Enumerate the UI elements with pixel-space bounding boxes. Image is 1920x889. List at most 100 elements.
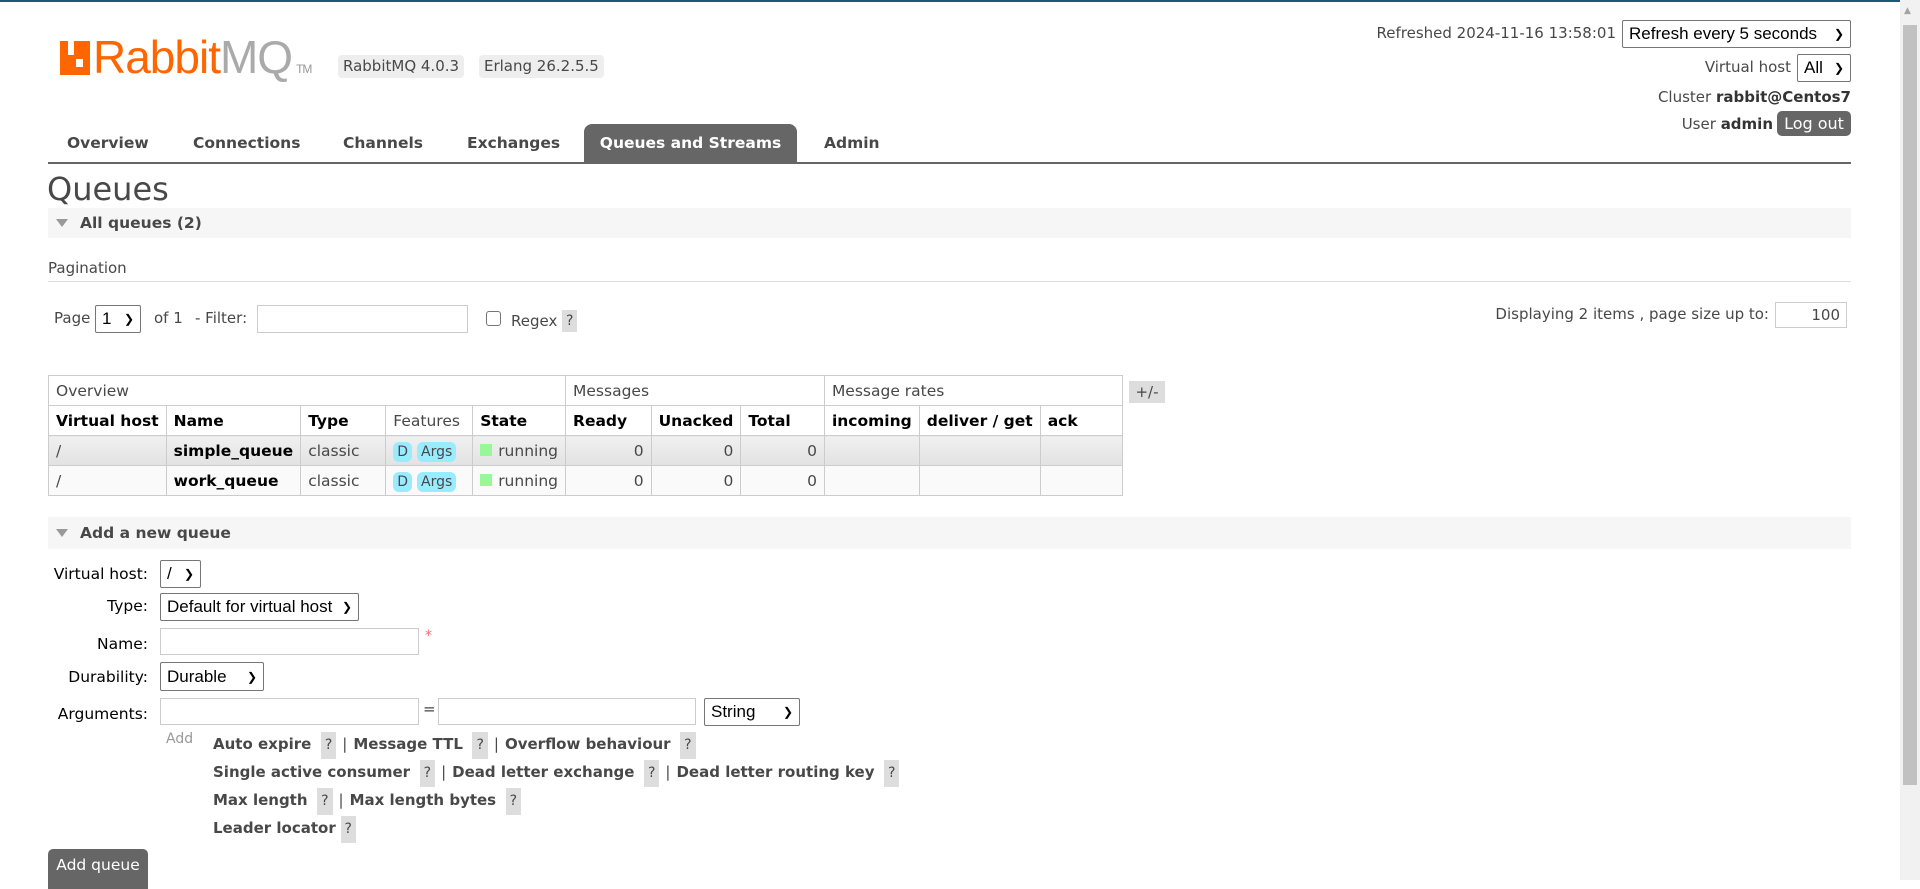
help-icon[interactable]: ?: [643, 760, 660, 787]
deliver-get-cell: [918, 435, 1041, 466]
col-deliver-get[interactable]: deliver / get: [918, 405, 1041, 436]
add-queue-button[interactable]: Add queue: [48, 849, 148, 889]
unacked-cell: 0: [650, 465, 742, 496]
state-cell: running: [472, 435, 567, 466]
durable-badge: D: [393, 471, 413, 492]
queue-name-link[interactable]: work_queue: [165, 465, 302, 496]
single-active-consumer-link[interactable]: Single active consumer: [213, 763, 410, 781]
help-icon[interactable]: ?: [317, 788, 333, 815]
col-state[interactable]: State: [472, 405, 567, 436]
dead-letter-routing-key-link[interactable]: Dead letter routing key: [676, 763, 874, 781]
page-title: Queues: [47, 170, 169, 208]
overflow-behaviour-link[interactable]: Overflow behaviour: [505, 735, 671, 753]
argument-shortcut-row: Leader locator ?: [213, 815, 899, 843]
logout-button[interactable]: Log out: [1777, 111, 1851, 136]
help-icon[interactable]: ?: [340, 816, 356, 843]
toggle-columns-button[interactable]: +/-: [1129, 381, 1165, 403]
col-virtual-host[interactable]: Virtual host: [48, 405, 167, 436]
chevron-down-icon: ❯: [183, 567, 194, 581]
argument-type-select[interactable]: String ❯: [704, 698, 800, 726]
chevron-down-icon: ❯: [782, 705, 793, 719]
state-cell: running: [472, 465, 567, 496]
virtual-host-label: Virtual host: [1704, 58, 1791, 76]
col-incoming[interactable]: incoming: [823, 405, 920, 436]
filter-label: - Filter:: [195, 309, 248, 327]
chevron-down-icon: ❯: [123, 312, 134, 326]
pagination-divider: [48, 281, 1851, 282]
queue-type-select[interactable]: Default for virtual host ❯: [160, 593, 359, 621]
tab-overview[interactable]: Overview: [48, 124, 168, 163]
name-field-label: Name:: [97, 635, 148, 653]
virtual-host-select[interactable]: All ❯: [1797, 54, 1851, 82]
ack-cell: [1039, 465, 1124, 496]
args-badge: Args: [417, 471, 457, 492]
argument-value-input[interactable]: [438, 698, 696, 725]
col-features: Features: [385, 405, 474, 436]
chevron-down-icon: ❯: [1833, 61, 1844, 75]
page-label: Page: [54, 309, 91, 327]
tab-admin[interactable]: Admin: [805, 124, 899, 163]
leader-locator-link[interactable]: Leader locator: [213, 819, 336, 837]
tab-exchanges[interactable]: Exchanges: [448, 124, 579, 163]
regex-label: Regex: [511, 312, 558, 330]
filter-input[interactable]: [257, 305, 468, 333]
argument-shortcut-row: Single active consumer ? | Dead letter exc…: [213, 759, 900, 787]
collapse-triangle-icon: [56, 219, 68, 227]
table-row[interactable]: / work_queue classic D Args running 0 0 …: [48, 465, 1124, 496]
argument-key-input[interactable]: [160, 698, 419, 725]
group-header-message-rates: Message rates: [823, 375, 1124, 406]
add-argument-label: Add: [166, 731, 194, 747]
running-status-icon: [480, 443, 493, 456]
add-queue-section-toggle[interactable]: Add a new queue: [48, 517, 1851, 549]
col-type[interactable]: Type: [300, 405, 387, 436]
running-status-icon: [480, 473, 493, 486]
vhost-select[interactable]: / ❯: [160, 560, 201, 588]
help-icon[interactable]: ?: [472, 732, 488, 759]
vhost-cell: /: [48, 435, 167, 466]
incoming-cell: [823, 465, 920, 496]
message-ttl-link[interactable]: Message TTL: [353, 735, 463, 753]
tab-channels[interactable]: Channels: [324, 124, 442, 163]
auto-expire-link[interactable]: Auto expire: [213, 735, 311, 753]
scroll-up-arrow-icon[interactable]: ▲: [1904, 6, 1911, 16]
vhost-field-label: Virtual host:: [53, 565, 148, 583]
pagination-heading: Pagination: [48, 259, 127, 277]
col-unacked[interactable]: Unacked: [650, 405, 742, 436]
chevron-down-icon: ❯: [246, 669, 257, 684]
help-icon[interactable]: ?: [505, 788, 522, 815]
chevron-down-icon: ❯: [341, 600, 352, 614]
tab-connections[interactable]: Connections: [174, 124, 319, 163]
regex-checkbox[interactable]: [486, 311, 501, 326]
dead-letter-exchange-link[interactable]: Dead letter exchange: [452, 763, 634, 781]
erlang-badge: Erlang 26.2.5.5: [479, 55, 604, 78]
help-icon[interactable]: ?: [680, 732, 696, 759]
help-icon[interactable]: ?: [419, 760, 436, 787]
help-icon[interactable]: ?: [884, 760, 900, 787]
help-icon[interactable]: ?: [320, 732, 337, 759]
regex-help-icon[interactable]: ?: [562, 310, 578, 332]
table-row[interactable]: / simple_queue classic D Args running 0 …: [48, 435, 1124, 466]
queue-name-link[interactable]: simple_queue: [165, 435, 302, 466]
displaying-items-label: Displaying 2 items , page size up to:: [1495, 305, 1769, 323]
col-ready[interactable]: Ready: [565, 405, 652, 436]
max-length-link[interactable]: Max length: [213, 791, 308, 809]
col-total[interactable]: Total: [740, 405, 825, 436]
durability-select[interactable]: Durable ❯: [160, 662, 264, 691]
col-name[interactable]: Name: [165, 405, 302, 436]
refresh-interval-select[interactable]: Refresh every 5 seconds ❯: [1622, 20, 1851, 48]
col-ack[interactable]: ack: [1039, 405, 1124, 436]
scrollbar-thumb[interactable]: [1903, 25, 1917, 785]
type-cell: classic: [300, 435, 387, 466]
type-field-label: Type:: [107, 597, 148, 615]
max-length-bytes-link[interactable]: Max length bytes: [350, 791, 497, 809]
nav-divider: [48, 162, 1851, 164]
all-queues-section-toggle[interactable]: All queues (2): [48, 208, 1851, 238]
vhost-cell: /: [48, 465, 167, 496]
deliver-get-cell: [918, 465, 1041, 496]
tab-queues-and-streams[interactable]: Queues and Streams: [584, 124, 797, 163]
ack-cell: [1039, 435, 1124, 466]
queue-name-input[interactable]: [160, 628, 419, 655]
page-size-input[interactable]: 100: [1775, 302, 1847, 328]
group-header-messages: Messages: [565, 375, 825, 406]
page-select[interactable]: 1 ❯: [95, 305, 141, 333]
